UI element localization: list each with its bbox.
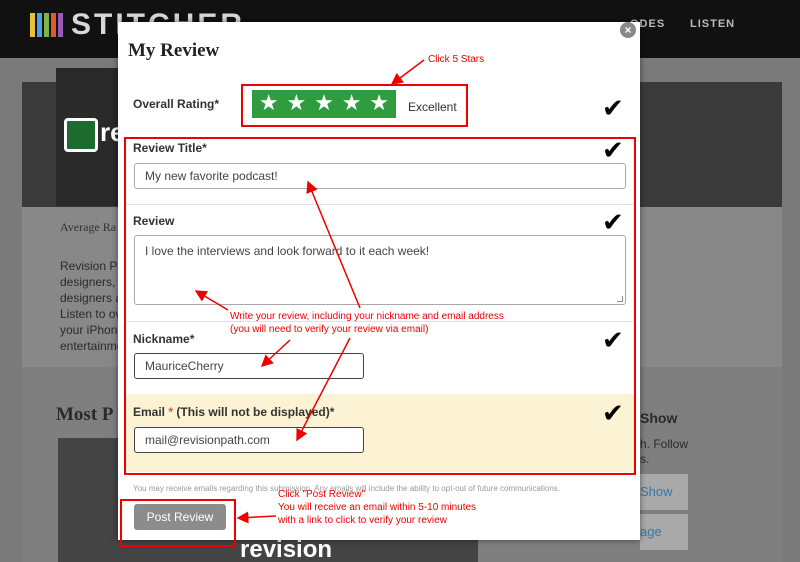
- annotation-arrows: [194, 59, 425, 524]
- arrow-to-post-button: [236, 511, 277, 524]
- arrow-to-review: [194, 290, 229, 311]
- arrow-to-nickname: [260, 339, 291, 368]
- arrow-to-title: [306, 180, 361, 309]
- arrow-to-email: [296, 337, 351, 442]
- arrow-to-stars: [390, 59, 425, 85]
